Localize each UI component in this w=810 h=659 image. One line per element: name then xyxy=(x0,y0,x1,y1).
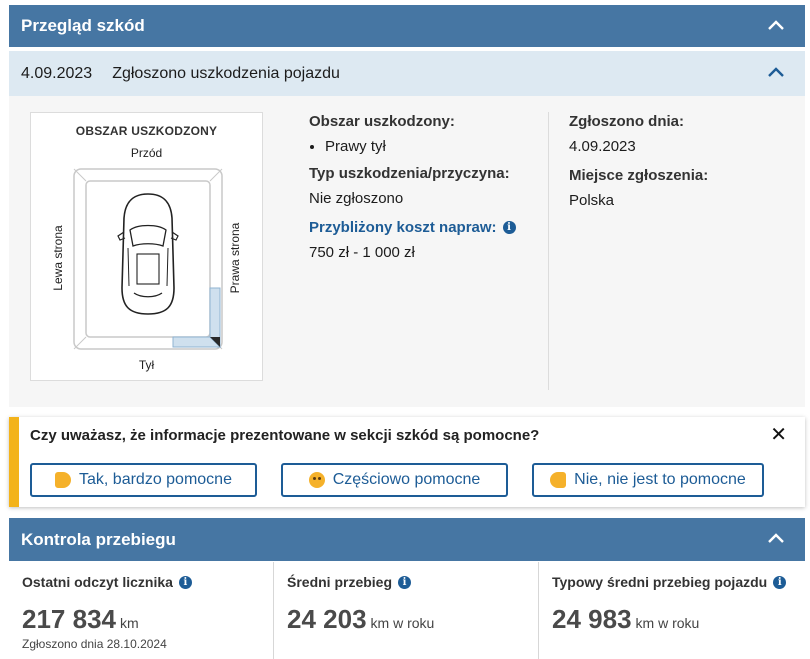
mileage-average-value: 24 203 xyxy=(287,604,367,634)
car-diagram-icon xyxy=(73,168,223,350)
repair-cost-label: Przybliżony koszt napraw: xyxy=(309,219,497,236)
mileage-section-header[interactable]: Kontrola przebiegu xyxy=(9,518,805,561)
info-icon[interactable]: i xyxy=(773,575,787,589)
mileage-panel: Ostatni odczyt licznika i 217 834 km Zgło… xyxy=(9,562,805,659)
repair-cost-label-row: Przybliżony koszt napraw: i xyxy=(309,219,539,236)
feedback-no-button[interactable]: Nie, nie jest to pomocne xyxy=(532,463,764,497)
damage-entry-title: Zgłoszono uszkodzenia pojazdu xyxy=(112,64,340,82)
chevron-up-icon[interactable] xyxy=(767,530,785,548)
feedback-yes-button[interactable]: Tak, bardzo pomocne xyxy=(30,463,257,497)
damage-section-title: Przegląd szkód xyxy=(21,16,145,35)
diagram-front-label: Przód xyxy=(130,146,163,160)
report-info-column: Zgłoszono dnia: 4.09.2023 Miejsce zgłosz… xyxy=(569,113,789,221)
damage-diagram: OBSZAR USZKODZONY Przód Tył Lewa strona … xyxy=(30,112,263,381)
damage-entry-date: 4.09.2023 xyxy=(21,64,93,82)
mileage-section-title: Kontrola przebiegu xyxy=(21,529,176,549)
damage-entry-header[interactable]: 4.09.2023 Zgłoszono uszkodzenia pojazdu xyxy=(9,51,805,96)
damaged-area-list: Prawy tył xyxy=(309,138,539,155)
repair-cost-value: 750 zł - 1 000 zł xyxy=(309,244,415,261)
mileage-last-unit: km xyxy=(119,615,139,631)
smiley-icon xyxy=(308,472,325,488)
damage-details-panel: OBSZAR USZKODZONY Przód Tył Lewa strona … xyxy=(9,96,805,407)
info-icon[interactable]: i xyxy=(178,575,192,589)
chevron-up-icon[interactable] xyxy=(767,17,785,35)
diagram-left-label: Lewa strona xyxy=(51,225,65,291)
close-icon[interactable]: ✕ xyxy=(770,422,787,447)
column-divider xyxy=(548,112,549,390)
feedback-box: Czy uważasz, że informacje prezentowane … xyxy=(9,417,805,507)
diagram-right-label: Prawa strona xyxy=(228,222,242,294)
damaged-area-item: Prawy tył xyxy=(325,138,539,155)
mileage-typical-unit: km w roku xyxy=(635,615,700,631)
mileage-average-unit: km w roku xyxy=(370,615,435,631)
mileage-last-label: Ostatni odczyt licznika xyxy=(22,574,173,590)
info-icon[interactable]: i xyxy=(398,575,412,589)
feedback-partial-button[interactable]: Częściowo pomocne xyxy=(281,463,508,497)
reported-date-label: Zgłoszono dnia: xyxy=(569,113,684,130)
mileage-average: Średni przebieg i 24 203 km w roku xyxy=(274,562,538,659)
mileage-typical-value: 24 983 xyxy=(552,604,632,634)
mileage-typical-label: Typowy średni przebieg pojazdu xyxy=(552,574,768,590)
mileage-average-label: Średni przebieg xyxy=(287,574,393,590)
damaged-area-label: Obszar uszkodzony: xyxy=(309,113,455,130)
diagram-title: OBSZAR USZKODZONY xyxy=(75,124,218,138)
damage-type-value: Nie zgłoszono xyxy=(309,190,404,207)
feedback-accent-bar xyxy=(9,417,19,507)
report-place-label: Miejsce zgłoszenia: xyxy=(569,167,709,184)
mileage-last-value: 217 834 xyxy=(22,604,116,634)
info-icon[interactable]: i xyxy=(502,221,516,234)
feedback-partial-label: Częściowo pomocne xyxy=(332,471,481,488)
chevron-up-icon[interactable] xyxy=(767,64,785,82)
mileage-last-reading: Ostatni odczyt licznika i 217 834 km Zgło… xyxy=(9,562,273,659)
mileage-typical: Typowy średni przebieg pojazdu i 24 983 k… xyxy=(539,562,805,659)
feedback-no-label: Nie, nie jest to pomocne xyxy=(574,471,746,488)
feedback-question: Czy uważasz, że informacje prezentowane … xyxy=(30,427,540,444)
mileage-last-note: Zgłoszono dnia 28.10.2024 xyxy=(22,637,167,651)
damage-type-label: Typ uszkodzenia/przyczyna: xyxy=(309,165,510,182)
damage-info-column: Obszar uszkodzony: Prawy tył Typ uszkodz… xyxy=(309,113,539,273)
report-place-value: Polska xyxy=(569,192,615,209)
reported-date-value: 4.09.2023 xyxy=(569,138,636,155)
diagram-rear-label: Tył xyxy=(138,358,155,372)
thumbs-down-icon xyxy=(550,472,567,488)
thumbs-up-icon xyxy=(55,472,71,488)
damage-section-header[interactable]: Przegląd szkód xyxy=(9,5,805,47)
feedback-yes-label: Tak, bardzo pomocne xyxy=(79,471,232,488)
